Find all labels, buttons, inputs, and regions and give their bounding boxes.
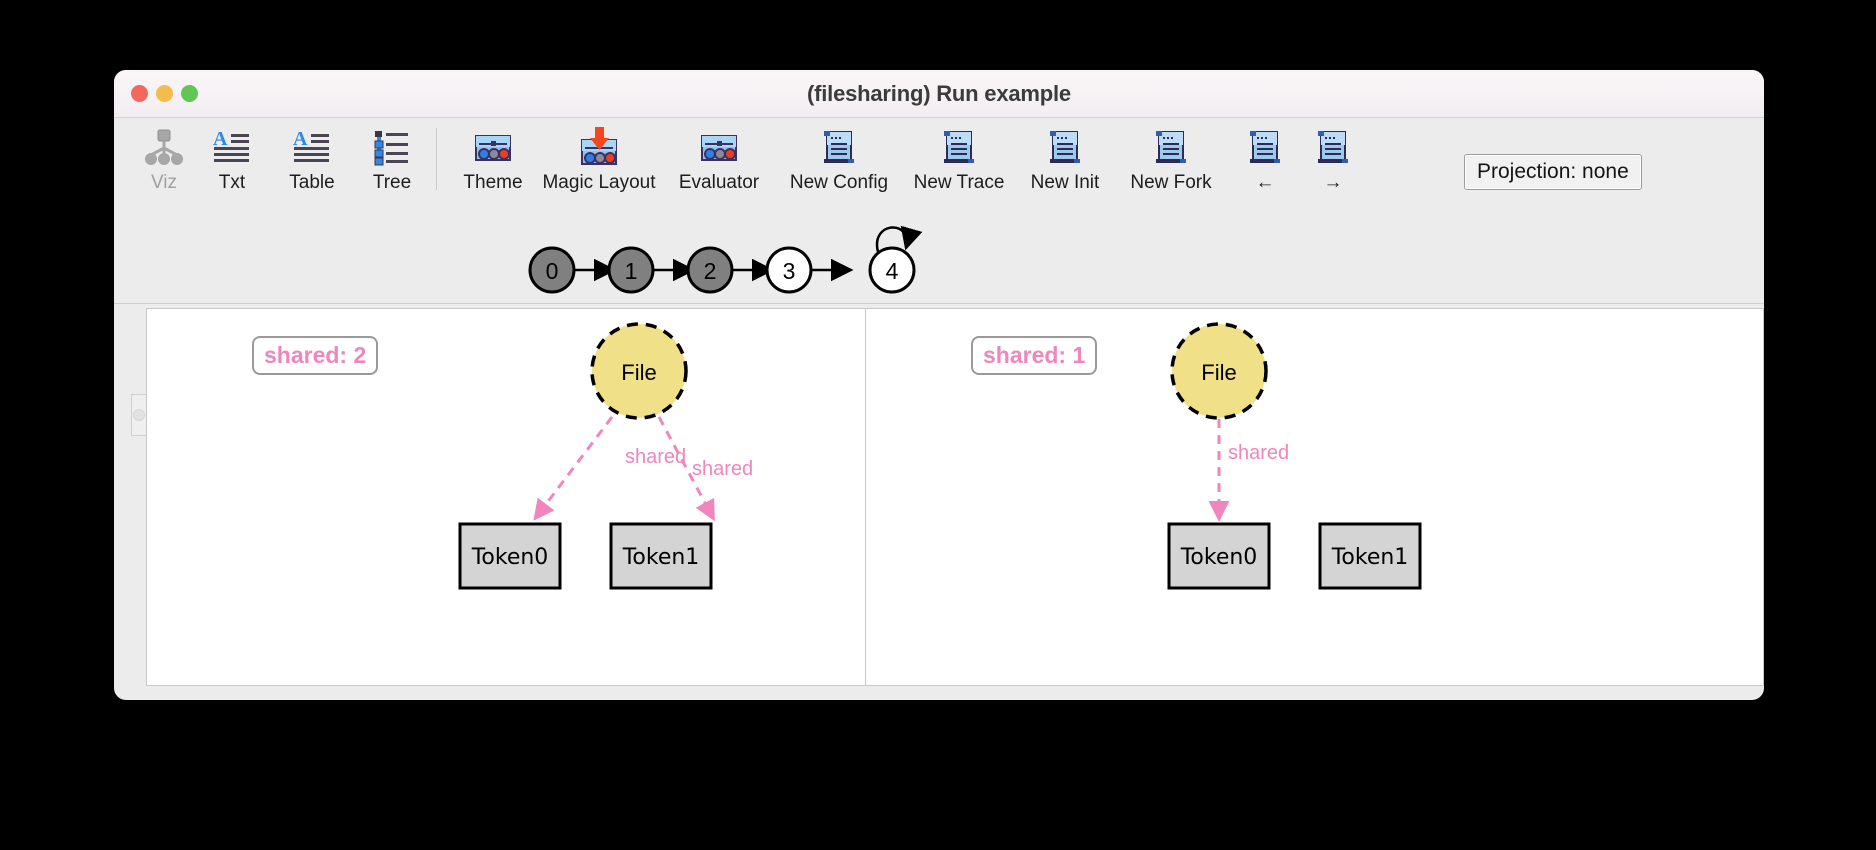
trace-state-label: 2 bbox=[704, 258, 717, 284]
toolbar-button-table[interactable]: A Table bbox=[266, 118, 358, 194]
text-document-icon: A bbox=[291, 126, 333, 170]
scroll-document-icon bbox=[1150, 126, 1192, 170]
node-token1[interactable]: Token1 bbox=[609, 522, 713, 590]
toolbar-label: Theme bbox=[463, 172, 523, 193]
toolbar-label: Table bbox=[289, 172, 335, 193]
toolbar-button-tree[interactable]: Tree bbox=[358, 118, 426, 194]
node-token0[interactable]: Token0 bbox=[1167, 522, 1271, 590]
edge-label-shared-1: shared bbox=[692, 458, 753, 480]
scroll-document-icon bbox=[938, 126, 980, 170]
toolbar-label: Magic Layout bbox=[542, 172, 656, 193]
trace-state-label: 0 bbox=[546, 258, 559, 284]
tree-list-icon bbox=[371, 126, 413, 170]
pane-resize-handle[interactable] bbox=[131, 394, 147, 436]
node-file[interactable]: File bbox=[1170, 322, 1268, 420]
projection-button[interactable]: Projection: none bbox=[1464, 154, 1642, 190]
toolbar-button-next[interactable]: → bbox=[1299, 118, 1367, 194]
scroll-document-icon bbox=[818, 126, 860, 170]
sliders-panel-icon bbox=[698, 126, 740, 170]
window-title: (filesharing) Run example bbox=[807, 81, 1071, 106]
toolbar-label: Evaluator bbox=[678, 172, 760, 193]
edge-label-shared-0: shared bbox=[625, 446, 686, 468]
toolbar-button-magic-layout[interactable]: Magic Layout bbox=[539, 118, 659, 194]
text-document-icon: A bbox=[211, 126, 253, 170]
window-titlebar: (filesharing) Run example bbox=[114, 70, 1764, 118]
trace-state-strip: 0 1 2 3 4 bbox=[114, 208, 1764, 304]
node-file-label: File bbox=[1201, 360, 1236, 385]
svg-text:A: A bbox=[213, 128, 228, 150]
svg-text:A: A bbox=[293, 128, 308, 150]
node-token1-label: Token1 bbox=[1331, 545, 1409, 570]
diagram-panes: shared: 2 shared shared File Token0 Toke… bbox=[130, 308, 1764, 686]
scroll-document-icon bbox=[1044, 126, 1086, 170]
trace-state-node-4[interactable]: 4 bbox=[868, 246, 916, 294]
trace-state-node-1[interactable]: 1 bbox=[607, 246, 655, 294]
toolbar-label: New Trace bbox=[913, 172, 1005, 193]
edge-file-token0 bbox=[533, 416, 614, 521]
node-token1[interactable]: Token1 bbox=[1318, 522, 1422, 590]
scroll-document-icon bbox=[1244, 126, 1286, 170]
toolbar-button-evaluator[interactable]: Evaluator bbox=[659, 118, 779, 194]
toolbar-button-new-trace[interactable]: New Trace bbox=[899, 118, 1019, 194]
node-token0-label: Token0 bbox=[1180, 545, 1258, 570]
left-instance-graph[interactable]: shared shared File Token0 Token1 bbox=[147, 309, 865, 669]
diagram-pane-right[interactable]: shared: 1 shared File Token0 Token1 bbox=[866, 308, 1764, 686]
trace-state-label: 3 bbox=[783, 258, 796, 284]
sliders-panel-icon bbox=[472, 126, 514, 170]
node-file[interactable]: File bbox=[590, 322, 688, 420]
diagram-pane-left[interactable]: shared: 2 shared shared File Token0 Toke… bbox=[146, 308, 866, 686]
toolbar-label: New Config bbox=[789, 172, 889, 193]
trace-graph[interactable]: 0 1 2 3 4 bbox=[114, 208, 1764, 303]
node-token0-label: Token0 bbox=[471, 545, 549, 570]
trace-state-label: 4 bbox=[886, 258, 899, 284]
trace-state-node-3[interactable]: 3 bbox=[765, 246, 813, 294]
sliders-panel-arrow-icon bbox=[578, 126, 620, 170]
graph-tree-icon bbox=[143, 126, 185, 170]
toolbar-button-txt[interactable]: A Txt bbox=[198, 118, 266, 194]
trace-state-node-0[interactable]: 0 bbox=[528, 246, 576, 294]
toolbar-button-theme[interactable]: Theme bbox=[447, 118, 539, 194]
edge-label-shared-0: shared bbox=[1228, 442, 1289, 464]
toolbar-label: New Fork bbox=[1130, 172, 1212, 193]
right-instance-graph[interactable]: shared File Token0 Token1 bbox=[866, 309, 1764, 669]
handle-dot-icon bbox=[133, 409, 145, 421]
toolbar-label: New Init bbox=[1030, 172, 1100, 193]
pane-gutter bbox=[130, 308, 147, 686]
application-window: (filesharing) Run example Viz A Txt A Ta… bbox=[114, 70, 1764, 700]
toolbar-label-previous: ← bbox=[1255, 172, 1275, 193]
toolbar-button-new-init[interactable]: New Init bbox=[1019, 118, 1111, 194]
toolbar-separator bbox=[436, 128, 437, 190]
toolbar-label: Viz bbox=[150, 172, 178, 193]
node-token1-label: Token1 bbox=[622, 545, 700, 570]
toolbar-label: Tree bbox=[372, 172, 412, 193]
scroll-document-icon bbox=[1312, 126, 1354, 170]
toolbar-label: Txt bbox=[218, 172, 246, 193]
main-toolbar: Viz A Txt A Table Tree Theme Magic Layou… bbox=[114, 118, 1764, 208]
toolbar-button-viz[interactable]: Viz bbox=[130, 118, 198, 194]
trace-state-node-2[interactable]: 2 bbox=[686, 246, 734, 294]
toolbar-button-new-config[interactable]: New Config bbox=[779, 118, 899, 194]
trace-state-label: 1 bbox=[625, 258, 638, 284]
toolbar-button-new-fork[interactable]: New Fork bbox=[1111, 118, 1231, 194]
node-token0[interactable]: Token0 bbox=[458, 522, 562, 590]
toolbar-button-previous[interactable]: ← bbox=[1231, 118, 1299, 194]
toolbar-label-next: → bbox=[1323, 172, 1343, 193]
node-file-label: File bbox=[621, 360, 656, 385]
